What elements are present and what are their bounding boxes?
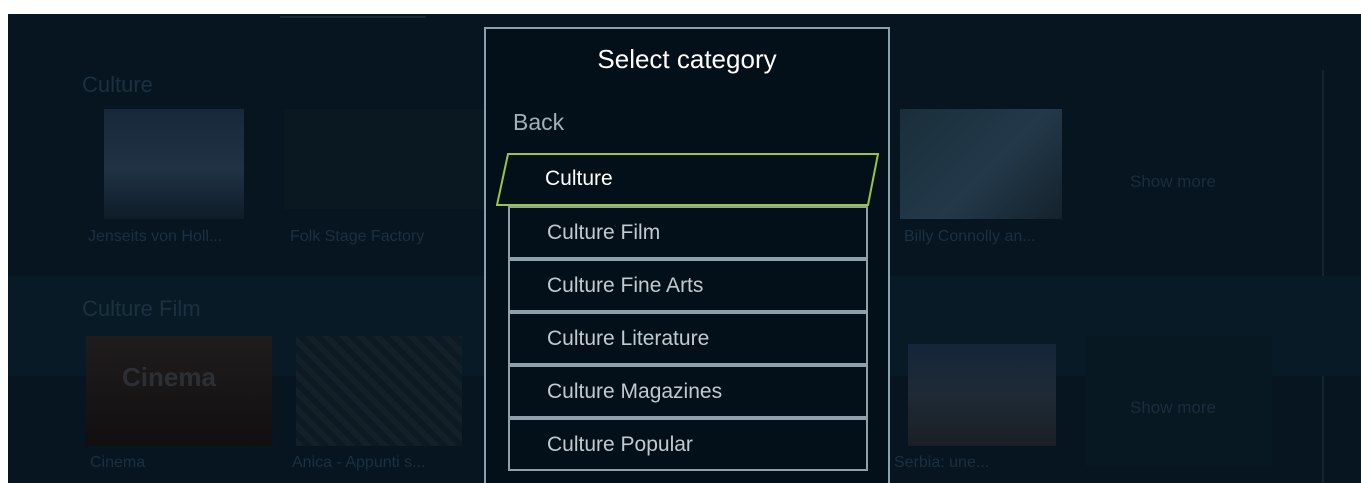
category-item-culture-literature[interactable]: Culture Literature xyxy=(508,312,868,365)
category-item-culture-popular[interactable]: Culture Popular xyxy=(508,418,868,471)
tile-art-text: Cinema xyxy=(122,362,216,392)
category-item-label: Culture Magazines xyxy=(547,380,723,403)
back-button[interactable]: Back xyxy=(513,109,564,136)
tile-thumbnail[interactable] xyxy=(900,109,1062,219)
category-item-label: Culture Fine Arts xyxy=(547,274,704,297)
show-more-link[interactable]: Show more xyxy=(1130,398,1216,418)
section-title-culture-film: Culture Film xyxy=(82,296,201,321)
tile-thumbnail[interactable] xyxy=(284,109,484,209)
section-title-culture: Culture xyxy=(82,72,153,97)
tile-caption: Folk Stage Factory xyxy=(290,228,425,245)
category-item-culture-magazines[interactable]: Culture Magazines xyxy=(508,365,868,418)
tile-thumbnail[interactable] xyxy=(104,109,244,219)
tile-thumbnail[interactable]: Cinema xyxy=(86,336,272,446)
tile-caption: Jenseits von Holl... xyxy=(88,228,223,245)
dialog-title: Select category xyxy=(597,44,777,74)
select-category-dialog: Select category Back Culture Culture Fil… xyxy=(484,27,890,483)
top-tab-indicator xyxy=(280,16,426,18)
category-item-label: Culture Literature xyxy=(547,327,710,350)
tile-caption: Serbia: une... xyxy=(894,454,990,471)
show-more-link[interactable]: Show more xyxy=(1130,172,1216,192)
category-item-culture[interactable]: Culture xyxy=(496,153,880,206)
tile-thumbnail[interactable] xyxy=(908,344,1056,446)
category-item-label: Culture Popular xyxy=(547,433,693,456)
tile-thumbnail[interactable] xyxy=(296,336,462,446)
tile-caption: Cinema xyxy=(90,454,146,471)
category-item-label: Culture xyxy=(545,167,613,190)
tile-caption: Anica - Appunti s... xyxy=(292,454,426,471)
tile-caption: Billy Connolly an... xyxy=(904,228,1036,245)
category-item-culture-fine-arts[interactable]: Culture Fine Arts xyxy=(508,259,868,312)
category-item-culture-film[interactable]: Culture Film xyxy=(508,206,868,259)
category-item-label: Culture Film xyxy=(547,221,661,244)
